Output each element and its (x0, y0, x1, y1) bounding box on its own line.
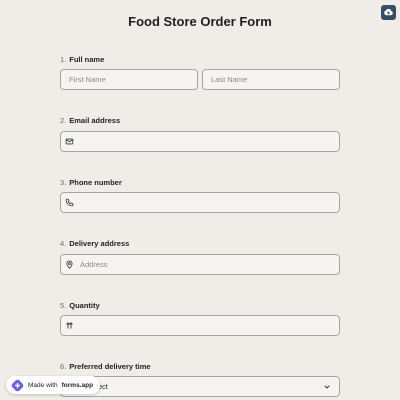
save-progress-button[interactable] (381, 5, 396, 20)
question-phone: 3. Phone number (60, 176, 340, 188)
question-label: 6. Preferred delivery time (60, 360, 340, 372)
chevron-down-icon (324, 385, 330, 388)
question-text: Delivery address (69, 238, 130, 248)
badge-brand: forms.app (61, 381, 94, 389)
question-text: Quantity (69, 300, 100, 310)
map-pin-icon (64, 259, 74, 269)
mail-icon (64, 136, 74, 146)
delivery-time-select[interactable]: Select (60, 376, 340, 397)
email-input[interactable] (60, 131, 340, 152)
question-number: 1. (60, 54, 67, 64)
question-text: Full name (69, 54, 105, 64)
question-full-name: 1. Full name (60, 53, 340, 65)
forms-app-logo-icon (11, 379, 24, 391)
address-input[interactable] (60, 254, 340, 275)
question-email: 2. Email address (60, 114, 340, 126)
question-label: 4. Delivery address (60, 237, 340, 249)
question-text: Phone number (69, 177, 122, 187)
question-number: 4. (60, 238, 67, 248)
question-text: Preferred delivery time (69, 361, 151, 371)
last-name-input[interactable] (202, 69, 340, 90)
question-delivery-address: 4. Delivery address (60, 237, 340, 249)
first-name-input[interactable] (60, 69, 198, 90)
badge-prefix: Made with (28, 381, 58, 389)
question-delivery-time: 6. Preferred delivery time (60, 360, 340, 372)
form-title: Food Store Order Form (128, 14, 272, 29)
question-text: Email address (69, 115, 121, 125)
phone-input[interactable] (60, 192, 340, 213)
question-label: 5. Quantity (60, 299, 340, 311)
question-label: 1. Full name (60, 53, 340, 65)
sort-arrows-icon (64, 320, 74, 330)
question-number: 6. (60, 361, 67, 371)
question-label: 2. Email address (60, 114, 340, 126)
quantity-input[interactable] (60, 315, 340, 336)
made-with-badge[interactable]: Made with forms.app (6, 376, 101, 394)
question-label: 3. Phone number (60, 176, 340, 188)
form-page: Food Store Order Form 1. Full name 2. Em… (0, 0, 400, 400)
question-quantity: 5. Quantity (60, 299, 340, 311)
phone-icon (64, 197, 74, 207)
question-number: 3. (60, 177, 67, 187)
question-number: 2. (60, 115, 67, 125)
question-number: 5. (60, 300, 67, 310)
cloud-upload-icon (384, 8, 393, 16)
